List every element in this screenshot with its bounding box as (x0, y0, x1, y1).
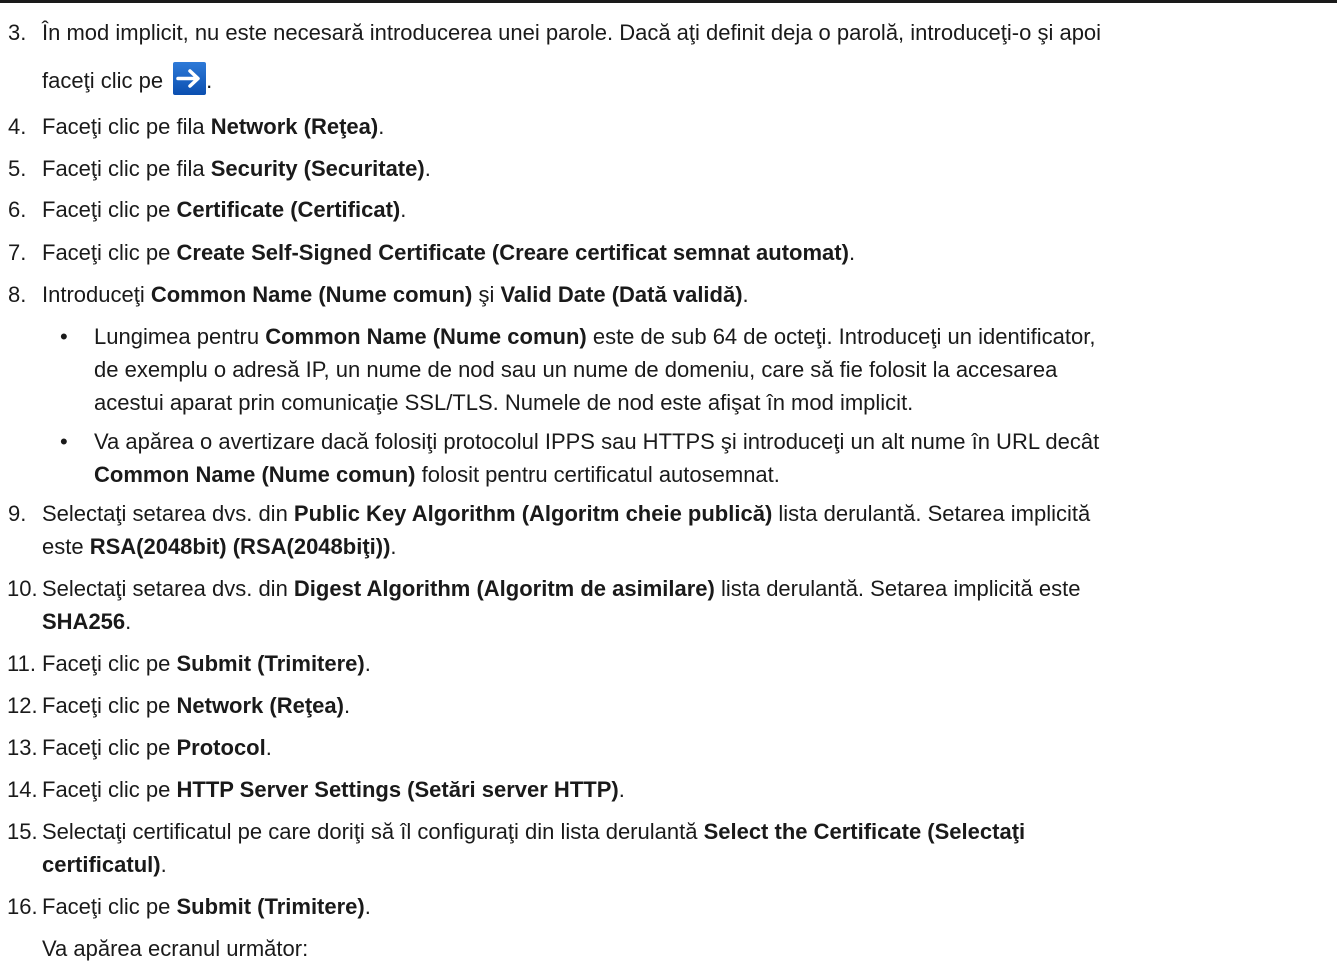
step-number: 10. (7, 576, 38, 601)
ui-term: RSA(2048bit) (RSA(2048biţi)) (89, 534, 391, 559)
ui-term: Submit (Trimitere) (176, 894, 365, 919)
ui-term: Security (Securitate) (210, 156, 425, 181)
bullet-dot: • (60, 324, 68, 349)
ui-term: Valid Date (Dată validă) (500, 282, 743, 307)
ui-term: Certificate (Certificat) (176, 197, 401, 222)
ui-term: Common Name (Nume comun) (150, 282, 473, 307)
step-number: 14. (7, 777, 38, 802)
ui-term: certificatul) (42, 852, 161, 877)
ui-term: Common Name (Nume comun) (265, 324, 587, 349)
arrow-right-icon (173, 62, 207, 95)
ui-term: Select the Certificate (Selectaţi (703, 819, 1026, 844)
ui-term: Digest Algorithm (Algoritm de asimilare) (293, 576, 715, 601)
ui-term: Create Self-Signed Certificate (Creare c… (176, 240, 849, 265)
ui-term: SHA256 (42, 609, 126, 634)
step-text: Va apărea ecranul următor: (42, 936, 309, 961)
step-number: 12. (7, 693, 38, 718)
ui-term: Public Key Algorithm (Algoritm cheie pub… (293, 501, 773, 526)
bullet-dot: • (60, 429, 68, 454)
ui-term: Protocol (176, 735, 266, 760)
step-number: 11. (7, 651, 36, 676)
top-rule (0, 0, 1337, 3)
ui-term: Common Name (Nume comun) (94, 462, 416, 487)
ui-term: Network (Reţea) (176, 693, 344, 718)
ui-term: Submit (Trimitere) (176, 651, 365, 676)
step-number: 13. (7, 735, 38, 760)
ui-term: HTTP Server Settings (Setări server HTTP… (176, 777, 619, 802)
step-text: În mod implicit, nu este necesară introd… (42, 20, 1102, 45)
step-text: faceţi clic pe (42, 68, 170, 93)
ui-term: Network (Reţea) (210, 114, 379, 139)
step-number: 15. (7, 819, 38, 844)
step-number: 16. (7, 894, 38, 919)
